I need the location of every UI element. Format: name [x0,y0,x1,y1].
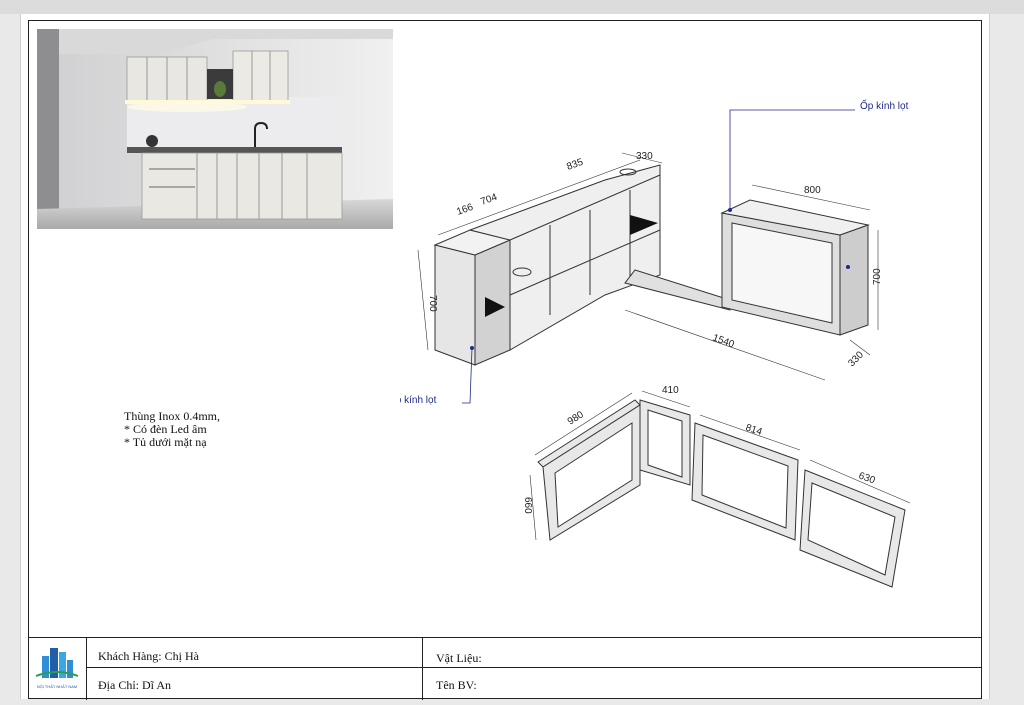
dim-700-left: 700 [427,295,438,312]
dim-660: 660 [522,497,533,514]
address-field: Địa Chỉ: Dĩ An [98,678,172,692]
callout-glass-left: Ốp kính lọt [400,392,437,406]
dim-800: 800 [804,185,821,196]
dim-980: 980 [566,409,586,427]
dim-814: 814 [744,422,764,438]
isometric-drawing: 166 704 835 330 800 700 700 1540 330 Ốp … [388,85,980,615]
callout-glass-top: Ốp kính lọt [860,98,909,112]
kitchen-render-image [37,29,393,229]
drawing-name-field: Tên BV: [436,678,477,692]
dim-1540: 1540 [711,332,736,350]
dim-835: 835 [565,157,585,173]
dim-166: 166 [455,202,475,218]
dim-330-top: 330 [636,151,653,162]
company-logo: NỘI THẤT NHẤT NAM [28,638,87,700]
material-field: Vật Liệu: [436,651,482,665]
title-block-divider [86,667,982,668]
note-line-3: * Tủ dưới mặt nạ [124,435,207,449]
dim-330-bottom: 330 [846,349,866,369]
dim-630: 630 [857,470,877,486]
dim-704: 704 [479,192,499,208]
logo-text: NỘI THẤT NHẤT NAM [37,684,77,689]
dim-700-right: 700 [872,268,883,285]
customer-field: Khách Hàng: Chị Hà [98,649,199,663]
spec-notes: Thùng Inox 0.4mm, * Có đèn Led âm * Tủ d… [124,410,220,449]
title-block-column-divider [422,638,423,700]
title-block: NỘI THẤT NHẤT NAM Khách Hàng: Chị Hà Địa… [28,637,982,700]
viewer-top-bar [0,0,1024,14]
dim-410: 410 [662,385,679,396]
